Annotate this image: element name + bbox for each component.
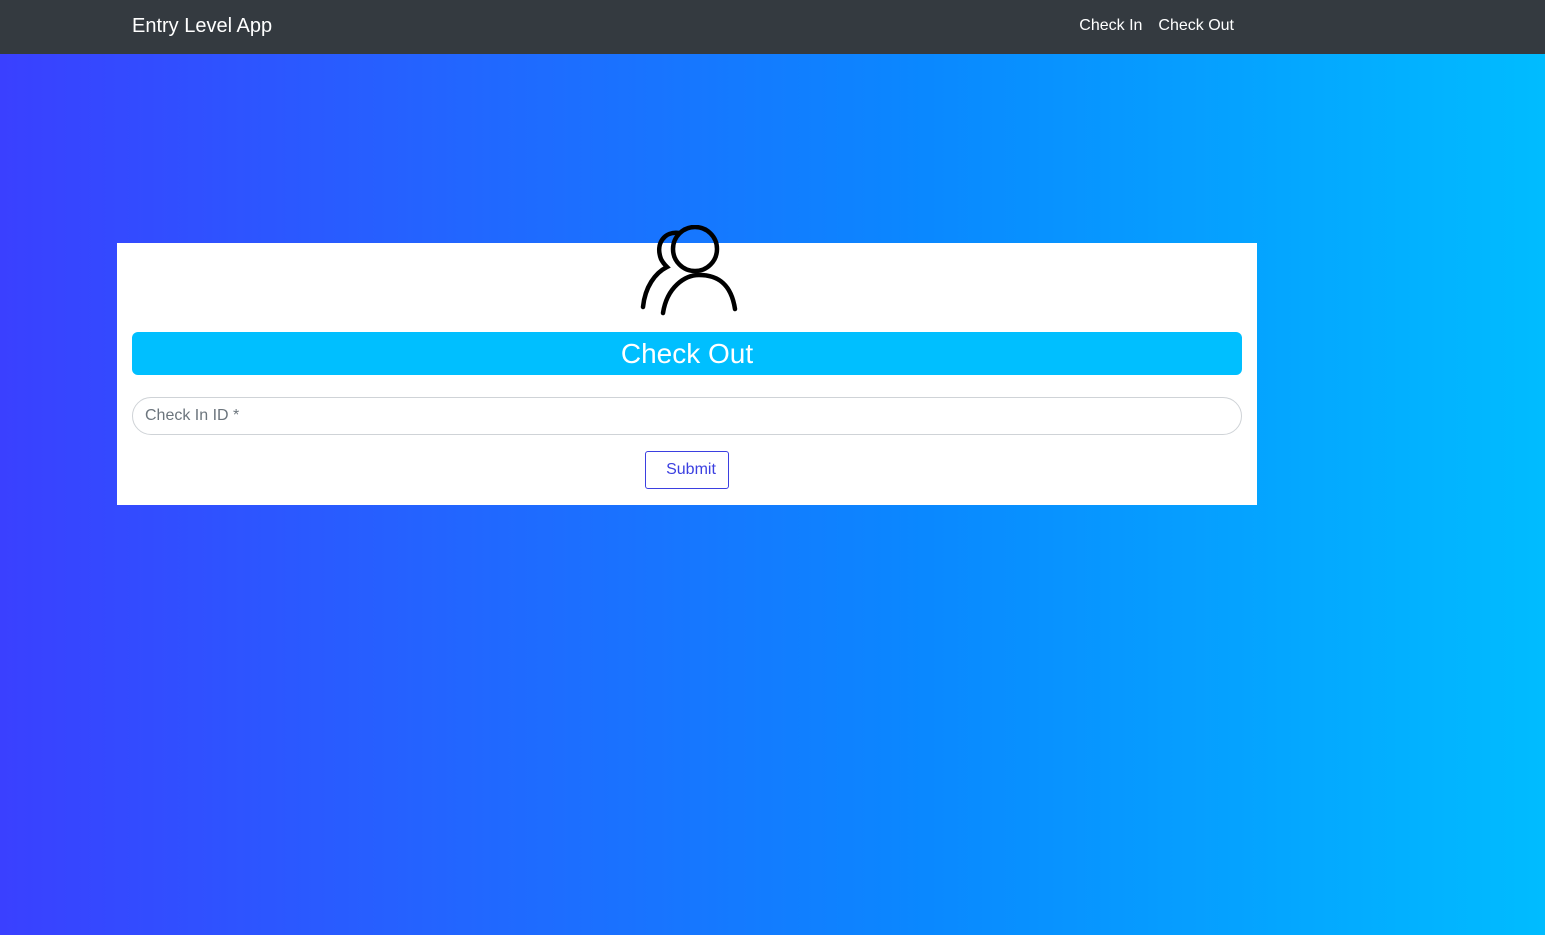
- check-in-id-input[interactable]: [132, 397, 1242, 435]
- nav-link-check-in[interactable]: Check In: [1079, 16, 1142, 36]
- page-title: Check Out: [132, 332, 1242, 375]
- brand-link[interactable]: Entry Level App: [132, 14, 272, 38]
- users-icon: [640, 225, 738, 316]
- check-out-card: Check Out Submit: [117, 225, 1257, 505]
- submit-button[interactable]: Submit: [645, 451, 729, 489]
- nav-links: Check In Check Out: [1079, 16, 1234, 36]
- nav-link-check-out[interactable]: Check Out: [1158, 16, 1234, 36]
- top-navbar: Entry Level App Check In Check Out: [0, 0, 1545, 54]
